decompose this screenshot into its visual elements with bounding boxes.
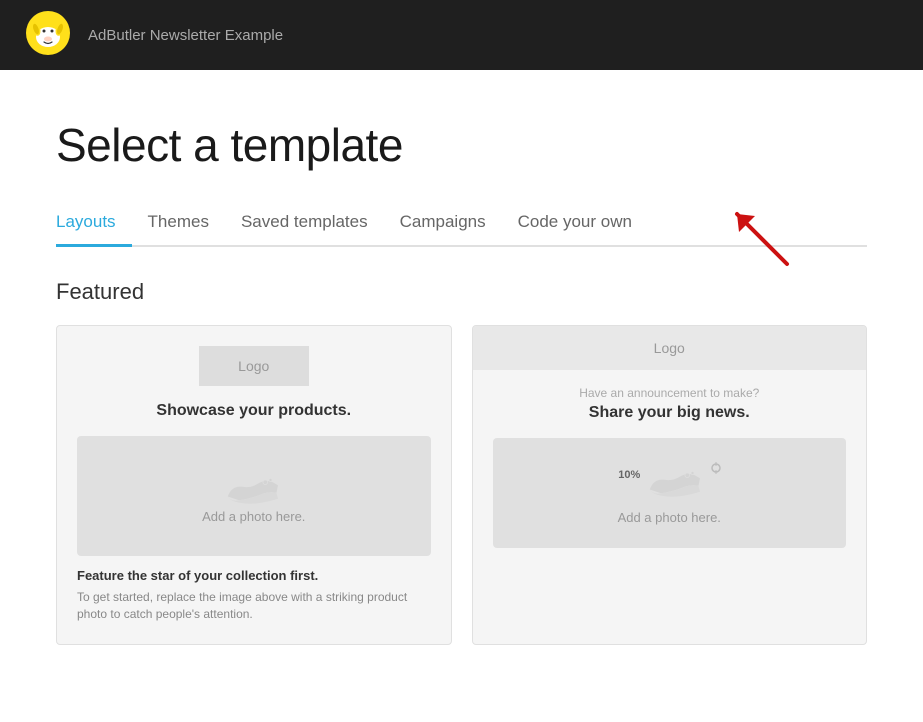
tabs-bar: Layouts Themes Saved templates Campaigns… bbox=[56, 204, 867, 247]
template-card-2[interactable]: Logo Have an announcement to make? Share… bbox=[472, 325, 868, 645]
tab-themes[interactable]: Themes bbox=[132, 204, 225, 247]
card1-body: To get started, replace the image above … bbox=[77, 589, 431, 623]
badge-row: 10% bbox=[616, 462, 722, 502]
card2-headline: Share your big news. bbox=[493, 404, 847, 422]
tab-saved-templates[interactable]: Saved templates bbox=[225, 204, 384, 247]
card1-headline: Showcase your products. bbox=[77, 402, 431, 420]
card2-image-label: Add a photo here. bbox=[618, 510, 721, 525]
card2-image-placeholder: 10% bbox=[493, 438, 847, 548]
tab-campaigns[interactable]: Campaigns bbox=[384, 204, 502, 247]
card2-image-inner: 10% bbox=[616, 462, 722, 525]
section-featured-title: Featured bbox=[56, 279, 867, 305]
card1-logo: Logo bbox=[199, 346, 309, 386]
card1-image-placeholder: Add a photo here. bbox=[77, 436, 431, 556]
template-card-1[interactable]: Logo Showcase your products. Add a photo… bbox=[56, 325, 452, 645]
shoe-icon-1 bbox=[224, 469, 284, 509]
header-title: AdButler Newsletter Example bbox=[88, 27, 283, 44]
card2-logo: Logo bbox=[473, 326, 867, 370]
cards-grid: Logo Showcase your products. Add a photo… bbox=[56, 325, 867, 645]
tab-code-your-own[interactable]: Code your own bbox=[502, 204, 648, 247]
discount-badge: 10% bbox=[616, 462, 642, 488]
card1-image-label: Add a photo here. bbox=[202, 509, 305, 524]
card2-inner: Logo Have an announcement to make? Share… bbox=[493, 346, 847, 624]
sparkle-icon bbox=[710, 462, 722, 474]
card1-subtext: Feature the star of your collection firs… bbox=[77, 568, 431, 583]
tabs-wrapper: Layouts Themes Saved templates Campaigns… bbox=[56, 204, 867, 247]
card2-promo: Have an announcement to make? bbox=[493, 386, 847, 400]
main-content: Select a template Layouts Themes Saved t… bbox=[0, 70, 923, 685]
shoe-icon-2 bbox=[646, 462, 706, 502]
tab-layouts[interactable]: Layouts bbox=[56, 204, 132, 247]
app-header: AdButler Newsletter Example bbox=[0, 0, 923, 70]
mailchimp-logo bbox=[24, 9, 72, 62]
page-title: Select a template bbox=[56, 118, 867, 172]
